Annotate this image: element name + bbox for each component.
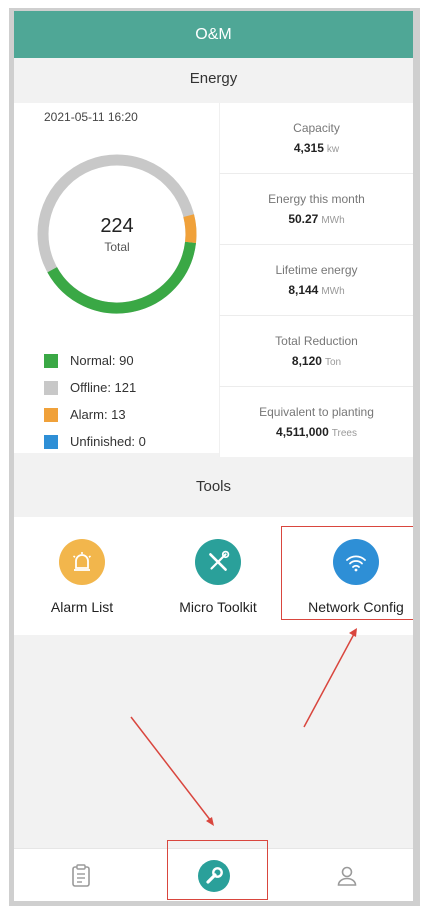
arrow-to-network-config: [303, 633, 355, 728]
arrow-to-tools-tab: [130, 716, 212, 822]
app-screen: O&M Energy 2021-05-11 16:20 224 Total No…: [14, 11, 413, 901]
arrow-head: [206, 817, 214, 826]
annotation-arrows: [130, 628, 357, 826]
